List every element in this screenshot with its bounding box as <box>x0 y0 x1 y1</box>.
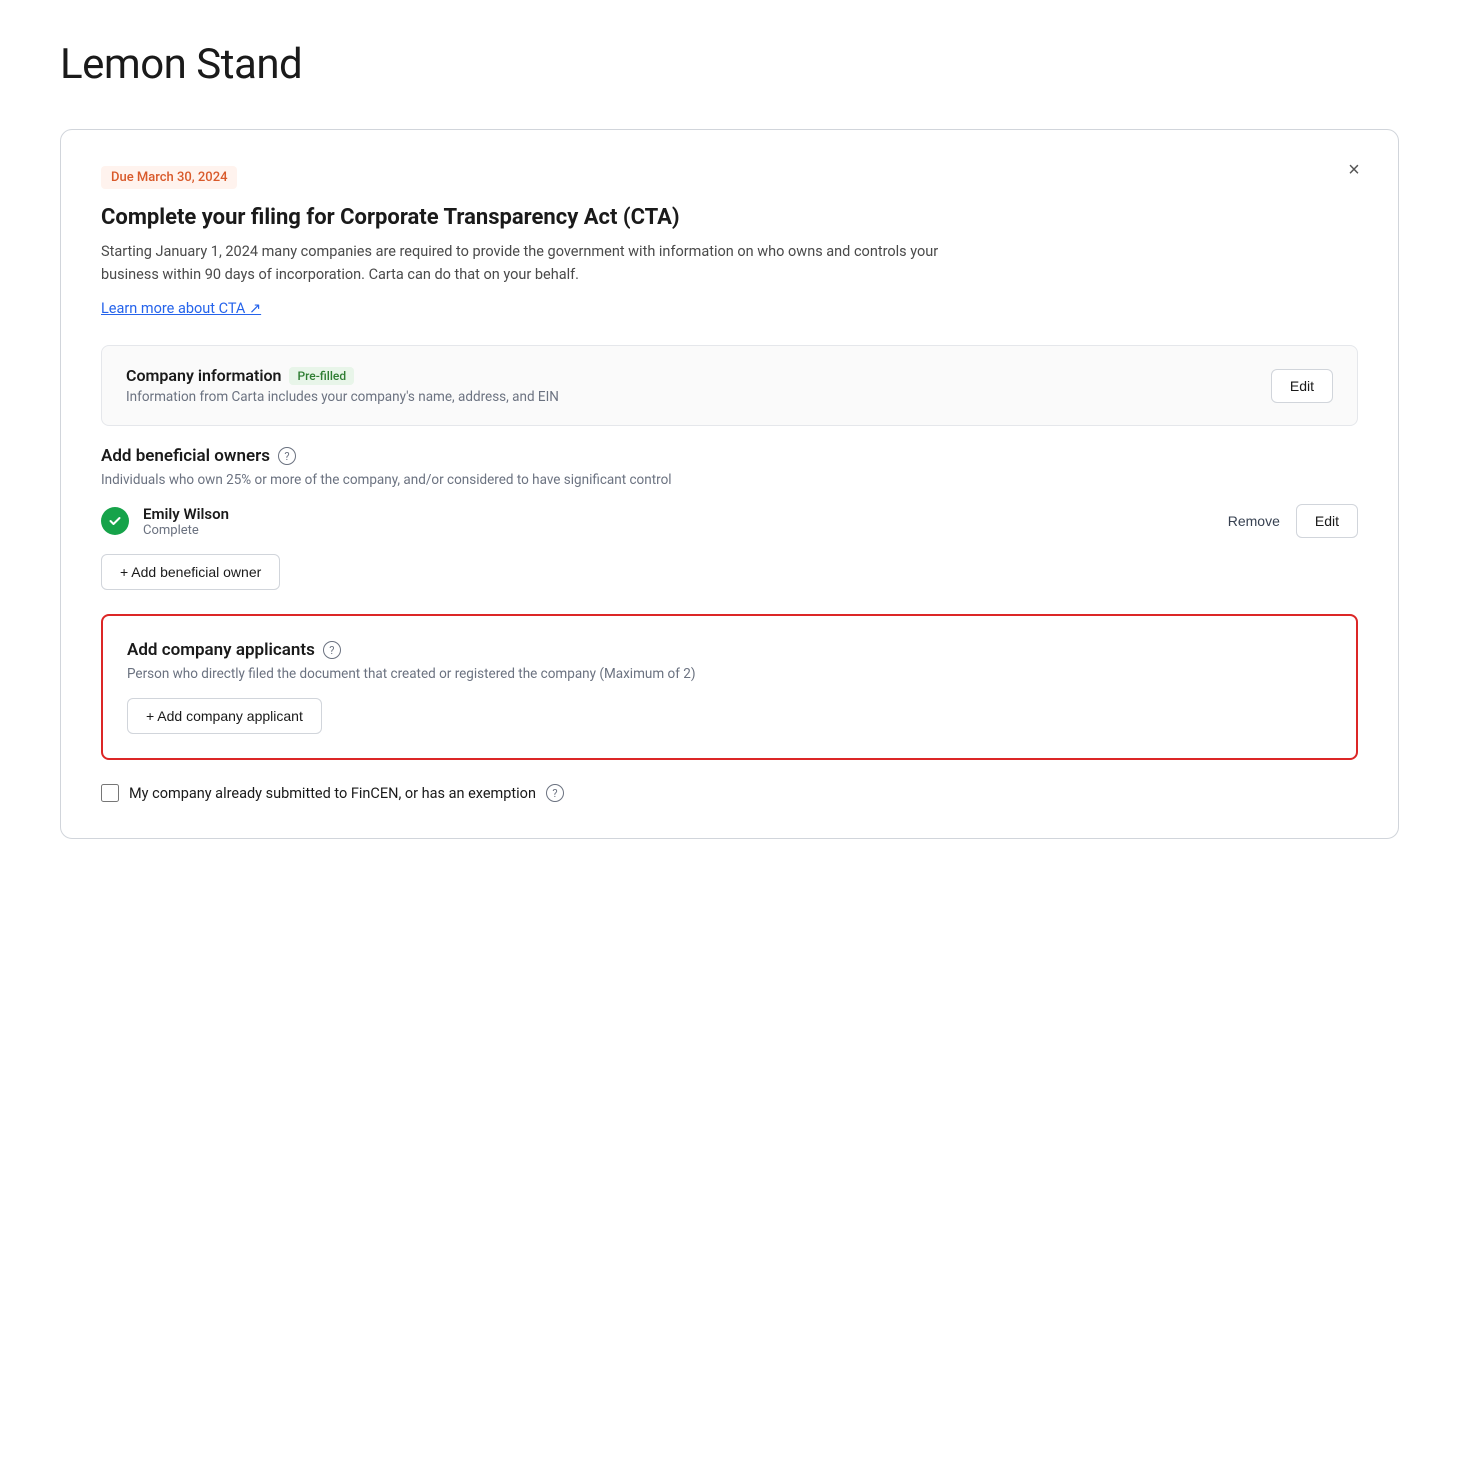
pre-filled-badge: Pre-filled <box>289 367 354 385</box>
emily-wilson-remove-button[interactable]: Remove <box>1228 513 1280 529</box>
emily-wilson-name: Emily Wilson <box>143 505 1214 523</box>
company-applicants-title-row: Add company applicants ? <box>127 640 1332 660</box>
main-card: × Due March 30, 2024 Complete your filin… <box>60 129 1399 839</box>
close-button[interactable]: × <box>1338 154 1370 186</box>
company-applicants-subtitle: Person who directly filed the document t… <box>127 666 1332 682</box>
page-title: Lemon Stand <box>60 40 1399 89</box>
company-info-title-row: Company information Pre-filled <box>126 366 1271 385</box>
beneficial-owners-help-icon[interactable]: ? <box>278 447 296 465</box>
beneficial-owners-title: Add beneficial owners <box>101 446 270 466</box>
emily-wilson-check-icon <box>101 507 129 535</box>
beneficial-owners-subtitle: Individuals who own 25% or more of the c… <box>101 472 1358 488</box>
beneficial-owners-section: Add beneficial owners ? Individuals who … <box>101 446 1358 590</box>
due-badge: Due March 30, 2024 <box>101 166 237 189</box>
company-applicants-title: Add company applicants <box>127 640 315 660</box>
company-applicants-section: Add company applicants ? Person who dire… <box>101 614 1358 760</box>
company-info-section: Company information Pre-filled Informati… <box>101 345 1358 426</box>
company-info-edit-button[interactable]: Edit <box>1271 369 1333 403</box>
beneficial-owners-title-row: Add beneficial owners ? <box>101 446 1358 466</box>
fincen-checkbox[interactable] <box>101 784 119 802</box>
learn-more-link[interactable]: Learn more about CTA ↗ <box>101 300 261 317</box>
company-applicants-help-icon[interactable]: ? <box>323 641 341 659</box>
company-info-desc: Information from Carta includes your com… <box>126 389 1271 405</box>
card-description: Starting January 1, 2024 many companies … <box>101 240 971 286</box>
add-beneficial-owner-button[interactable]: + Add beneficial owner <box>101 554 280 590</box>
company-info-left: Company information Pre-filled Informati… <box>126 366 1271 405</box>
emily-wilson-actions: Remove Edit <box>1228 504 1358 538</box>
fincen-help-icon[interactable]: ? <box>546 784 564 802</box>
card-main-title: Complete your filing for Corporate Trans… <box>101 205 1358 230</box>
company-info-title: Company information <box>126 366 281 385</box>
emily-wilson-edit-button[interactable]: Edit <box>1296 504 1358 538</box>
add-company-applicant-button[interactable]: + Add company applicant <box>127 698 322 734</box>
fincen-row: My company already submitted to FinCEN, … <box>101 784 1358 802</box>
fincen-label: My company already submitted to FinCEN, … <box>129 785 536 802</box>
emily-wilson-status: Complete <box>143 523 1214 538</box>
emily-wilson-row: Emily Wilson Complete Remove Edit <box>101 504 1358 538</box>
emily-wilson-info: Emily Wilson Complete <box>143 505 1214 538</box>
